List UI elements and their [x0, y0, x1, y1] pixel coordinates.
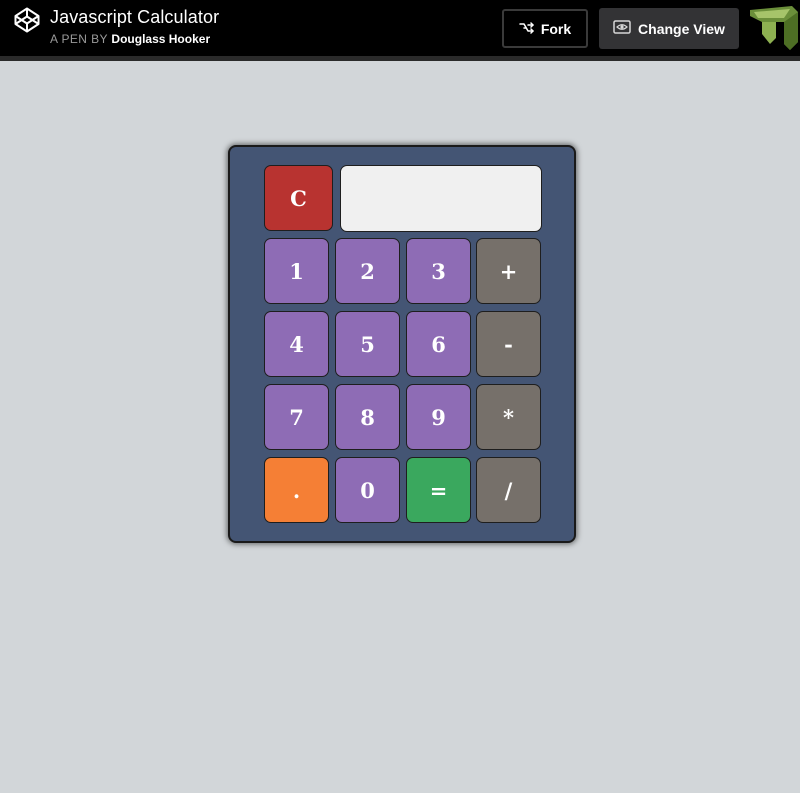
key-9[interactable]: 9: [406, 384, 471, 450]
eye-icon: [613, 20, 631, 37]
key-7[interactable]: 7: [264, 384, 329, 450]
key-4[interactable]: 4: [264, 311, 329, 377]
key-equals[interactable]: =: [406, 457, 471, 523]
clear-button[interactable]: C: [264, 165, 333, 231]
fork-branch-icon: [519, 21, 535, 37]
key-5[interactable]: 5: [335, 311, 400, 377]
calculator-display: [340, 165, 542, 232]
key-3[interactable]: 3: [406, 238, 471, 304]
change-view-button[interactable]: Change View: [599, 8, 739, 49]
key-8[interactable]: 8: [335, 384, 400, 450]
byline-prefix: A PEN BY: [50, 32, 108, 46]
key-2[interactable]: 2: [335, 238, 400, 304]
calculator: C 1 2 3 + 4 5 6 - 7 8 9 * . 0 = /: [228, 145, 576, 543]
key-0[interactable]: 0: [335, 457, 400, 523]
author-link[interactable]: Douglass Hooker: [111, 32, 210, 46]
pen-title: Javascript Calculator: [50, 7, 220, 27]
key-plus[interactable]: +: [476, 238, 541, 304]
top-bar: Javascript Calculator A PEN BY Douglass …: [0, 0, 800, 61]
key-decimal[interactable]: .: [264, 457, 329, 523]
codepen-logo-icon[interactable]: [14, 7, 40, 33]
key-1[interactable]: 1: [264, 238, 329, 304]
fork-button[interactable]: Fork: [502, 9, 588, 48]
pen-byline: A PEN BY Douglass Hooker: [50, 32, 210, 46]
key-divide[interactable]: /: [476, 457, 541, 523]
key-multiply[interactable]: *: [476, 384, 541, 450]
key-minus[interactable]: -: [476, 311, 541, 377]
brand-logo-icon: [748, 4, 800, 54]
change-view-label: Change View: [638, 20, 725, 37]
key-6[interactable]: 6: [406, 311, 471, 377]
fork-label: Fork: [540, 20, 572, 37]
